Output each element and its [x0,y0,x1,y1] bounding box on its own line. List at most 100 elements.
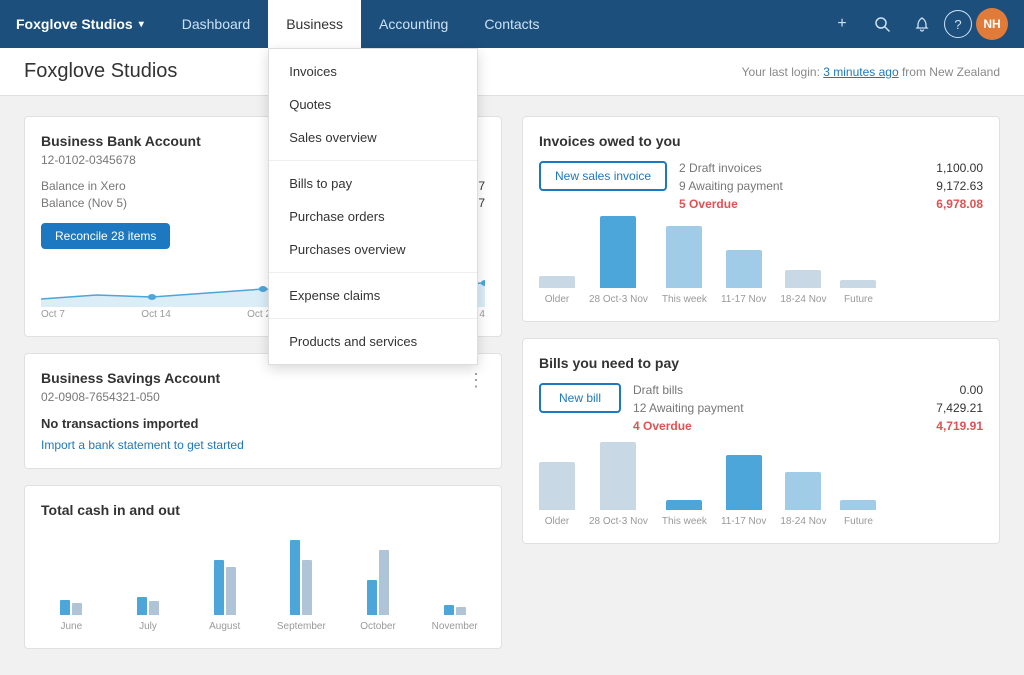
bar-in-june [60,600,70,615]
bar-out-september [302,560,312,615]
bar-label-28oct: 28 Oct-3 Nov [589,294,648,305]
login-time-link[interactable]: 3 minutes ago [823,65,898,79]
dropdown-section-4: Products and services [269,319,477,364]
dropdown-purchases-overview[interactable]: Purchases overview [269,233,477,266]
bank-card-header-2: Business Savings Account 02-0908-7654321… [41,370,485,416]
new-bill-button[interactable]: New bill [539,383,621,413]
bills-card: Bills you need to pay New bill Draft bil… [522,338,1000,544]
bill-bar-thisweek [666,500,702,510]
cash-label-june: June [60,621,82,632]
invoice-stat-awaiting: 9 Awaiting payment 9,172.63 [679,179,983,193]
dropdown-section-1: Invoices Quotes Sales overview [269,49,477,161]
bills-title: Bills you need to pay [539,355,983,371]
right-column: Invoices owed to you New sales invoice 2… [522,116,1000,649]
dropdown-purchase-orders[interactable]: Purchase orders [269,200,477,233]
invoices-owed-card: Invoices owed to you New sales invoice 2… [522,116,1000,322]
nav-accounting[interactable]: Accounting [361,0,466,48]
bar-18nov [785,270,821,288]
bill-bar-label-older: Older [545,516,569,527]
bar-out-june [72,603,82,615]
nav-business[interactable]: Business Invoices Quotes Sales overview … [268,0,361,48]
notifications-icon-btn[interactable] [904,6,940,42]
brand-chevron: ▾ [139,19,144,30]
invoices-bar-chart: Older 28 Oct-3 Nov This week 11-17 Nov 1… [539,215,983,305]
import-statement-link[interactable]: Import a bank statement to get started [41,438,244,452]
page-header: Foxglove Studios Your last login: 3 minu… [0,48,1024,96]
cash-label-september: September [277,621,326,632]
bill-bar-col-thisweek: This week [662,500,707,527]
bank-account-card-2: Business Savings Account 02-0908-7654321… [24,353,502,469]
bar-older [539,276,575,288]
add-icon-btn[interactable]: + [824,6,860,42]
bill-bar-col-11nov: 11-17 Nov [721,455,766,527]
cash-chart-title: Total cash in and out [41,502,485,518]
bill-bar-label-thisweek: This week [662,516,707,527]
bar-in-september [290,540,300,615]
dropdown-section-3: Expense claims [269,273,477,319]
cash-chart-card: Total cash in and out June July [24,485,502,649]
awaiting-value: 9,172.63 [936,179,983,193]
nav-dashboard[interactable]: Dashboard [164,0,269,48]
bank-number-2: 02-0908-7654321-050 [41,390,220,404]
user-avatar[interactable]: NH [976,8,1008,40]
bar-col-11nov: 11-17 Nov [721,250,766,305]
cash-label-october: October [360,621,396,632]
bar-col-older: Older [539,276,575,305]
dropdown-bills[interactable]: Bills to pay [269,167,477,200]
bills-left: New bill [539,383,621,425]
help-icon-btn[interactable]: ? [944,10,972,38]
bar-in-november [444,605,454,615]
cash-month-august: August [194,535,255,632]
cash-month-november: November [424,535,485,632]
bank-menu-2[interactable]: ⋮ [467,370,485,391]
overdue-value: 6,978.08 [936,197,983,211]
brand[interactable]: Foxglove Studios ▾ [16,16,156,32]
invoice-stat-draft: 2 Draft invoices 1,100.00 [679,161,983,175]
main-content: Business Bank Account 12-0102-0345678 ⋮ … [0,96,1024,669]
dropdown-invoices[interactable]: Invoices [269,55,477,88]
topnav-icons: + ? NH [824,6,1008,42]
bill-overdue-value: 4,719.91 [936,419,983,433]
bill-bar-future [840,500,876,510]
invoices-stats: 2 Draft invoices 1,100.00 9 Awaiting pay… [679,161,983,215]
dropdown-products[interactable]: Products and services [269,325,477,358]
bar-in-october [367,580,377,615]
dropdown-quotes[interactable]: Quotes [269,88,477,121]
login-info: Your last login: 3 minutes ago from New … [742,65,1000,79]
bill-awaiting-value: 7,429.21 [936,401,983,415]
bill-awaiting-label: 12 Awaiting payment [633,401,744,415]
dropdown-sales-overview[interactable]: Sales overview [269,121,477,154]
bills-stats: Draft bills 0.00 12 Awaiting payment 7,4… [633,383,983,437]
nav-contacts[interactable]: Contacts [466,0,557,48]
dropdown-expense-claims[interactable]: Expense claims [269,279,477,312]
bar-label-thisweek: This week [662,294,707,305]
cash-label-august: August [209,621,240,632]
bar-in-august [214,560,224,615]
cash-month-october: October [348,535,409,632]
no-transactions-text: No transactions imported [41,416,485,431]
balance-xero-label: Balance in Xero [41,179,126,193]
bar-11nov [726,250,762,288]
reconcile-button[interactable]: Reconcile 28 items [41,223,170,249]
search-icon-btn[interactable] [864,6,900,42]
bill-bar-28oct [600,442,636,510]
bar-col-future: Future [840,280,876,305]
new-invoice-button[interactable]: New sales invoice [539,161,667,191]
bar-label-future: Future [844,294,873,305]
bill-bar-18nov [785,472,821,510]
bar-out-october [379,550,389,615]
bill-bar-col-older: Older [539,462,575,527]
bank-name-1: Business Bank Account [41,133,201,149]
bar-label-18nov: 18-24 Nov [780,294,826,305]
draft-label: 2 Draft invoices [679,161,762,175]
bar-label-11nov: 11-17 Nov [721,294,766,305]
topnav: Foxglove Studios ▾ Dashboard Business In… [0,0,1024,48]
bill-stat-overdue: 4 Overdue 4,719.91 [633,419,983,433]
bills-inner: New bill Draft bills 0.00 12 Awaiting pa… [539,383,983,437]
awaiting-label: 9 Awaiting payment [679,179,783,193]
invoices-left: New sales invoice [539,161,667,203]
bill-bar-label-28oct: 28 Oct-3 Nov [589,516,648,527]
bill-draft-label: Draft bills [633,383,683,397]
bill-overdue-label: 4 Overdue [633,419,692,433]
overdue-label: 5 Overdue [679,197,738,211]
